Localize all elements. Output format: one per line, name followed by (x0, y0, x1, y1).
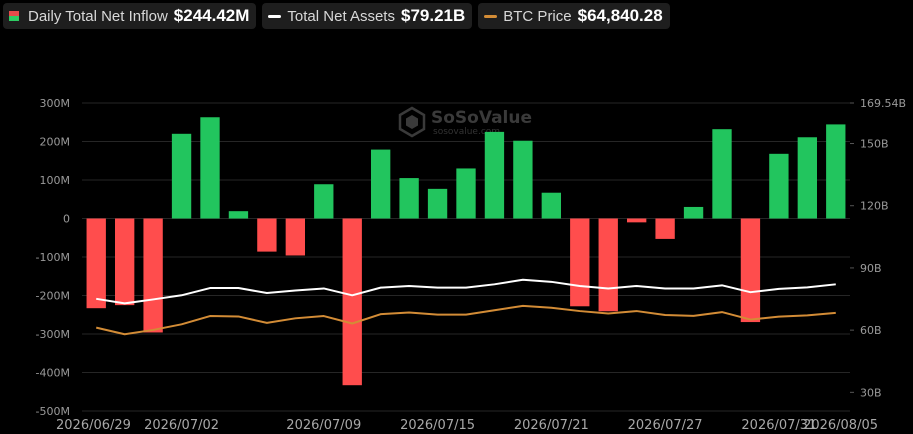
inflow-bar-positive (456, 168, 476, 219)
btc-price-line (95, 304, 836, 336)
left-tick-label: 200M (40, 136, 71, 149)
x-tick-label: 2026/07/02 (144, 418, 219, 433)
inflow-bar-negative (143, 218, 163, 333)
inflow-bar-positive (683, 206, 704, 219)
right-tick-label: 60B (860, 324, 882, 337)
inflow-bar-positive (712, 129, 732, 219)
inflow-bar-negative (570, 218, 590, 307)
inflow-bar-negative (257, 218, 277, 252)
inflow-bar-positive (826, 124, 846, 219)
inflow-bar-positive (371, 149, 391, 219)
inflow-bar-positive (399, 178, 419, 219)
x-axis: 2026/06/29 2026/07/02 2026/07/09 2026/07/15… (56, 418, 878, 433)
x-tick-label: 2026/07/15 (400, 418, 475, 433)
sosovalue-logo-icon (398, 106, 426, 138)
watermark-name: SoSoValue (431, 108, 532, 128)
right-tick-label: 30B (860, 386, 882, 399)
left-tick-label: 0 (63, 213, 70, 226)
x-tick-label: 2026/07/09 (286, 418, 361, 433)
inflow-bar-negative (740, 218, 761, 323)
x-tick-label: 2026/08/05 (803, 418, 878, 433)
x-tick-label: 2026/06/29 (56, 418, 131, 433)
inflow-bar-negative (86, 218, 106, 309)
line-series (95, 278, 836, 336)
inflow-bar-negative (627, 218, 647, 223)
left-tick-label: -300M (36, 328, 70, 341)
left-axis: 300M 200M 100M 0 -100M -200M -300M -400M -500M (36, 97, 70, 418)
right-tick-label: 150B (860, 138, 889, 151)
inflow-bar-positive (541, 192, 561, 219)
right-axis: 169.54B 150B 120B 90B 60B 30B (850, 97, 906, 399)
right-tick-label: 169.54B (860, 97, 906, 110)
left-tick-label: -500M (36, 405, 70, 418)
inflow-bar-positive (427, 188, 448, 219)
inflow-bar-positive (171, 133, 192, 219)
inflow-bar-positive (484, 131, 505, 219)
inflow-bar-negative (115, 218, 135, 306)
inflow-bar-negative (342, 218, 362, 386)
left-tick-label: 100M (40, 174, 71, 187)
left-tick-label: 300M (40, 97, 71, 110)
watermark: SoSoValue sosovalue.com (398, 106, 532, 138)
inflow-bar-positive (797, 137, 817, 219)
grid-lines (82, 102, 850, 412)
inflow-bar-negative (655, 218, 675, 239)
inflow-bar-positive (769, 153, 789, 219)
x-tick-label: 2026/07/21 (514, 418, 589, 433)
inflow-bar-positive (200, 117, 220, 219)
chart-canvas: SoSoValue sosovalue.com 300M 200M 100M 0 -10… (36, 97, 907, 433)
right-tick-label: 120B (860, 200, 889, 213)
inflow-bar-negative (285, 218, 305, 256)
inflow-bar-positive (314, 184, 334, 219)
inflow-bar-positive (513, 140, 533, 219)
inflow-bar-negative (598, 218, 618, 312)
total-net-assets-line (96, 278, 836, 305)
right-tick-label: 90B (860, 262, 882, 275)
left-tick-label: -200M (36, 290, 70, 303)
inflow-bar-positive (228, 211, 249, 219)
left-tick-label: -400M (36, 367, 70, 380)
x-tick-label: 2026/07/27 (628, 418, 703, 433)
left-tick-label: -100M (36, 251, 70, 264)
bar-series (86, 117, 846, 386)
